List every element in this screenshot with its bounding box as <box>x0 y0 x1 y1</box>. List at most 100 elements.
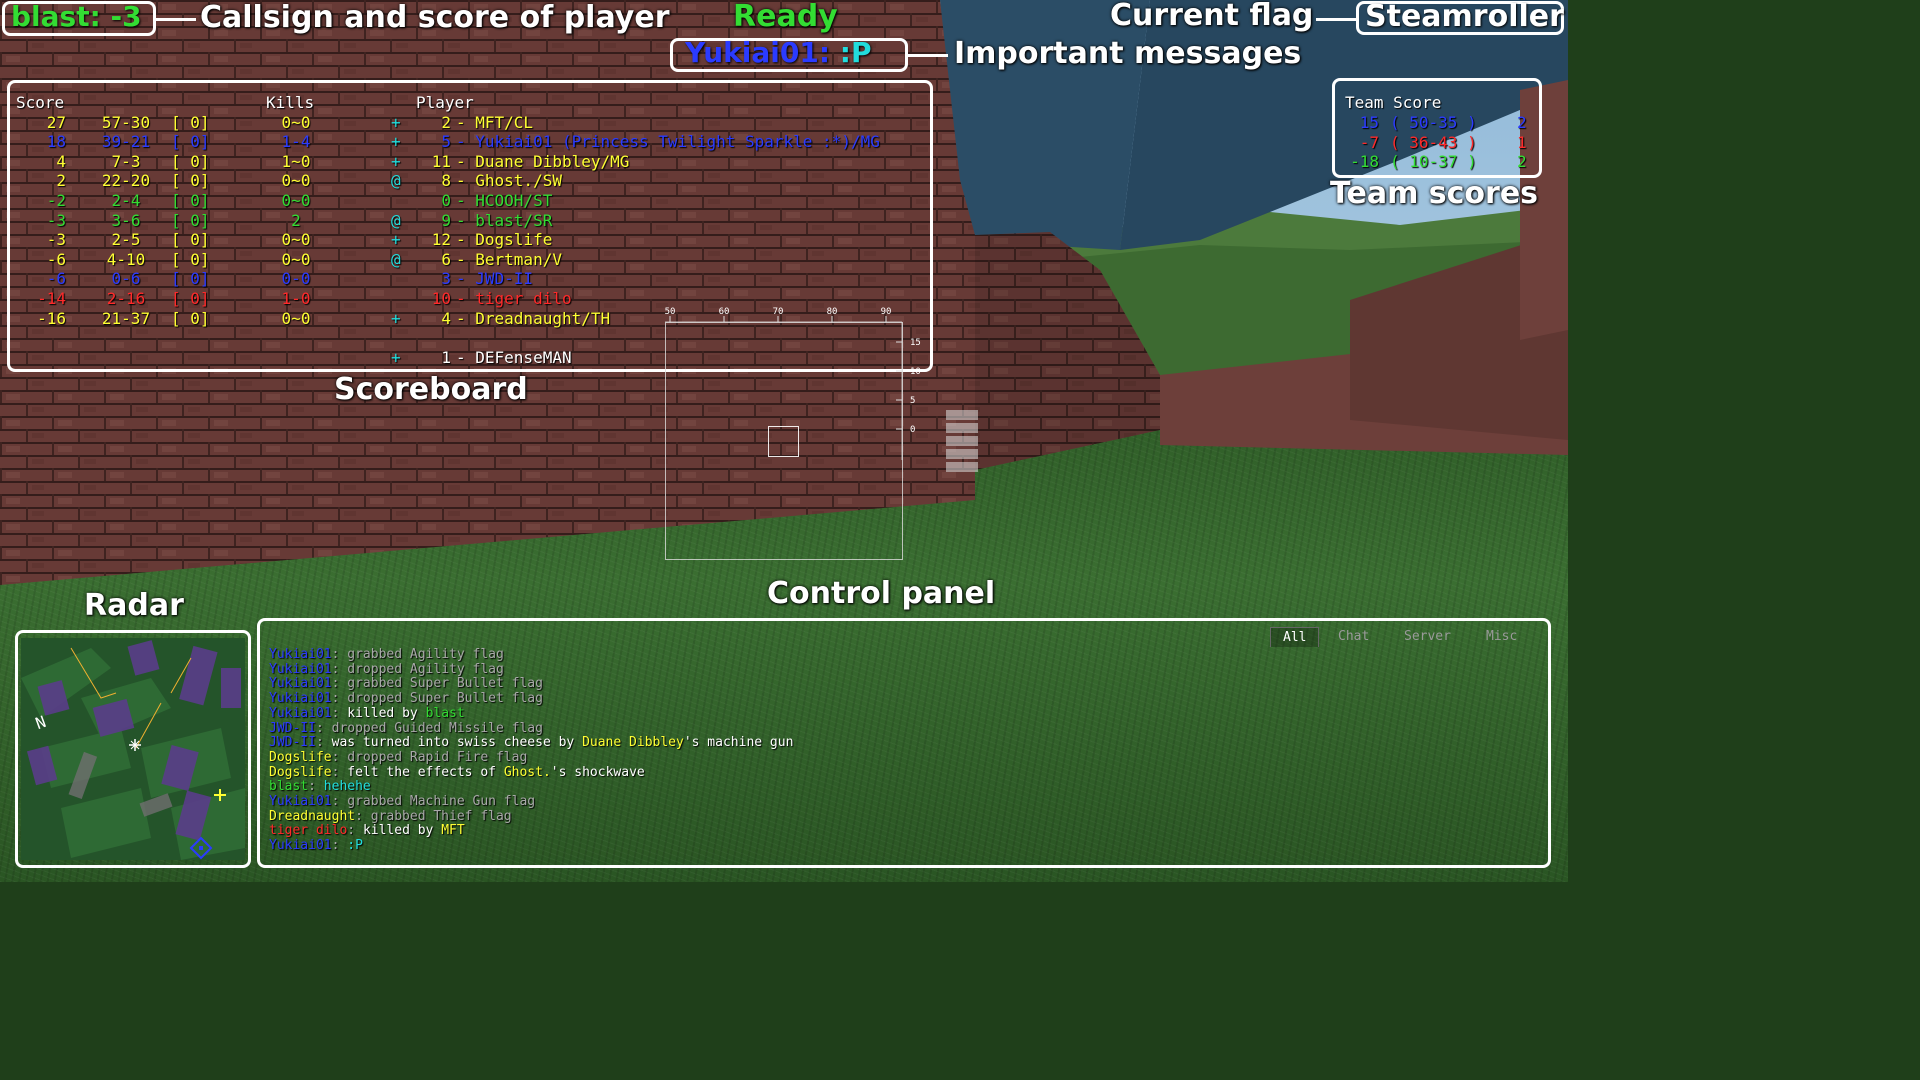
scoreboard-player[interactable]: - Ghost./SW <box>456 171 562 190</box>
scoreboard-kills: 0-0 <box>281 269 311 289</box>
scoreboard-player[interactable]: - blast/SR <box>456 211 552 230</box>
scoreboard-row: 4 7-3 [ 0] 1~0 +11 - Duane Dibbley/MG <box>16 152 936 172</box>
scoreboard-player[interactable]: - HCOOH/ST <box>456 191 552 210</box>
scoreboard-score: -3 <box>46 210 66 230</box>
team-score-row: -18 ( 10-37 ) 2 <box>1335 152 1535 172</box>
scoreboard-kills: 0~0 <box>281 308 311 328</box>
message-line: Yukiai01: dropped Agility flag <box>269 661 504 677</box>
scoreboard-wl: 7-3 <box>111 151 141 171</box>
scoreboard-tk: [ 0] <box>171 112 210 132</box>
scoreboard-wl: 22-20 <box>101 171 151 191</box>
tab-all[interactable]: All <box>1270 627 1320 647</box>
scoreboard-tk: [ 0] <box>171 210 210 230</box>
sight-x-label: 50 <box>665 307 676 317</box>
scoreboard-rank: 8 <box>441 171 451 191</box>
radar-label: Radar <box>84 588 184 623</box>
current-flag-label: Current flag <box>1110 0 1314 33</box>
sight-y-scale: 15 10 5 0 <box>896 338 921 435</box>
team-player-count: 2 <box>1517 113 1527 132</box>
header-score: Score <box>16 93 65 112</box>
scoreboard-status: @ <box>391 249 401 269</box>
sight-y-label: 15 <box>910 338 921 348</box>
scoreboard-kills: 0~0 <box>281 249 311 269</box>
team-score-detail: ( 50-35 ) <box>1390 113 1477 132</box>
scoreboard-score: -6 <box>46 269 66 289</box>
tab-chat[interactable]: Chat <box>1326 627 1381 646</box>
scoreboard-kills: 0~0 <box>281 171 311 191</box>
scoreboard-row: 27 57-30 [ 0] 0~0 +2 - MFT/CL <box>16 113 936 133</box>
team-scores: Team Score 15 ( 50-35 ) 2 -7 ( 36-43 ) 1 -18 ( … <box>1332 78 1542 178</box>
scoreboard-wl: 39-21 <box>101 132 151 152</box>
scoreboard-score: 2 <box>56 171 66 191</box>
scoreboard-wl: 2-4 <box>111 191 141 210</box>
scoreboard-tk: [ 0] <box>171 269 210 289</box>
message-line: Dreadnaught: grabbed Thief flag <box>269 808 512 824</box>
scoreboard-score: -14 <box>37 289 66 308</box>
message-line: JWD-II: was turned into swiss cheese by … <box>269 735 794 751</box>
header-kills: Kills <box>266 93 315 112</box>
scoreboard-kills: 2 <box>291 210 301 230</box>
targeting-reticle: 50 60 70 80 90 151050 <box>665 307 921 560</box>
message-line: Yukiai01: grabbed Agility flag <box>269 647 504 662</box>
message-line: Yukiai01: :P <box>269 838 363 854</box>
sight-x-label: 60 <box>719 307 730 317</box>
scoreboard-label: Scoreboard <box>334 372 528 407</box>
tab-server[interactable]: Server <box>1392 627 1463 646</box>
scoreboard-kills: 1-0 <box>281 289 311 308</box>
team-scores-rows: 15 ( 50-35 ) 2 -7 ( 36-43 ) 1 -18 ( 10-37 ) 2 <box>1335 113 1539 177</box>
scoreboard-player[interactable]: - MFT/CL <box>456 113 533 132</box>
message-line: tiger dilo: killed by MFT <box>269 823 465 839</box>
control-panel: All Chat Server Misc Yukiai01: grabbed Agil… <box>257 618 1551 868</box>
sight-x-label: 80 <box>827 307 838 317</box>
status-text: Ready <box>733 0 838 34</box>
scoreboard-status: + <box>391 230 401 250</box>
callsign-score-box: blast: -3 <box>2 0 156 36</box>
scoreboard-status: @ <box>391 171 401 191</box>
current-flag-box: Steamroller <box>1356 0 1564 35</box>
scoreboard-wl: 4-10 <box>106 249 146 269</box>
scoreboard-row: -2 2-4 [ 0] 0~0 0 - HCOOH/ST <box>16 191 936 211</box>
scoreboard-rank: 10 <box>431 289 451 308</box>
scoreboard-status: + <box>391 308 401 328</box>
scoreboard-rank: 2 <box>441 112 451 132</box>
team-score-detail: ( 36-43 ) <box>1390 132 1477 152</box>
team-score-row: 15 ( 50-35 ) 2 <box>1335 113 1535 133</box>
scoreboard-score: -16 <box>37 308 66 328</box>
flag-connector <box>1316 18 1356 21</box>
scoreboard-rank: 9 <box>441 210 451 230</box>
scoreboard-kills: 1~0 <box>281 151 311 171</box>
radar[interactable]: N <box>15 630 251 868</box>
scoreboard-player[interactable]: - DEFenseMAN <box>456 348 572 367</box>
team-score-value: 15 <box>1359 113 1379 132</box>
scoreboard-player[interactable]: - JWD-II <box>456 269 533 288</box>
scoreboard-score: 18 <box>46 132 66 152</box>
message-log[interactable]: Yukiai01: grabbed Agility flag Yukiai01: … <box>269 647 1539 854</box>
callsign-score: blast: -3 <box>11 0 142 33</box>
scoreboard-wl: 3-6 <box>111 210 141 230</box>
scoreboard-wl: 21-37 <box>101 308 151 328</box>
team-scores-header: Team Score <box>1345 93 1442 112</box>
tab-misc[interactable]: Misc <box>1474 627 1529 646</box>
scoreboard-player[interactable]: - Bertman/V <box>456 250 562 269</box>
message-line: Yukiai01: killed by blast <box>269 705 465 721</box>
scoreboard-player[interactable]: - Dogslife <box>456 230 552 249</box>
sight-x-scale: 50 60 70 80 90 <box>665 307 891 322</box>
scoreboard-tk: [ 0] <box>171 151 210 171</box>
scoreboard-rank: 12 <box>431 230 451 250</box>
scoreboard-score: -3 <box>46 230 66 250</box>
sight-x-label: 70 <box>773 307 784 317</box>
scoreboard-player[interactable]: - Dreadnaught/TH <box>456 309 610 328</box>
scoreboard-player[interactable]: - Duane Dibbley/MG <box>456 152 629 171</box>
scoreboard-rank: 0 <box>441 191 451 210</box>
scoreboard-wl: 2-16 <box>106 289 146 308</box>
scoreboard-player[interactable]: - Yukiai01 (Princess Twilight Sparkle :*… <box>456 132 880 151</box>
scoreboard-row: 18 39-21 [ 0] 1-4 +5 - Yukiai01 (Princess Twi… <box>16 132 936 152</box>
team-player-count: 1 <box>1517 132 1527 152</box>
team-score-row: -7 ( 36-43 ) 1 <box>1335 133 1535 153</box>
message-line: Yukiai01: grabbed Super Bullet flag <box>269 676 543 692</box>
scoreboard-score: 4 <box>56 151 66 171</box>
important-message: Yukiai01: :P <box>685 36 872 69</box>
message-line: JWD-II: dropped Guided Missile flag <box>269 720 543 736</box>
scoreboard-player[interactable]: - tiger dilo <box>456 289 572 308</box>
control-panel-tabs: All Chat Server Misc <box>1268 621 1538 647</box>
